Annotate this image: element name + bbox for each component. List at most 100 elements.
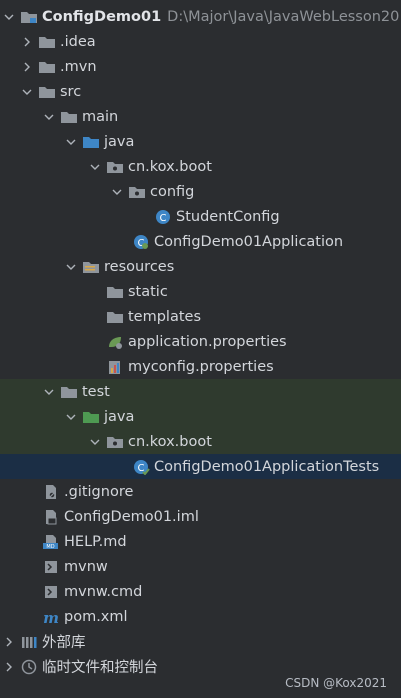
tree-item-label: mvnw.cmd bbox=[64, 583, 143, 600]
tree-item-templates[interactable]: templates bbox=[0, 304, 401, 329]
chevron-right-icon[interactable] bbox=[20, 60, 34, 74]
csdn-watermark: CSDN @Kox2021 bbox=[285, 676, 387, 690]
tree-item-label: templates bbox=[128, 308, 202, 325]
tree-item-label: resources bbox=[104, 258, 175, 275]
tree-item-resources[interactable]: resources bbox=[0, 254, 401, 279]
chevron-down-icon[interactable] bbox=[2, 10, 16, 24]
tree-item-label: ConfigDemo01.iml bbox=[64, 508, 199, 525]
tree-item-application-properties[interactable]: application.properties bbox=[0, 329, 401, 354]
package-icon bbox=[128, 184, 146, 200]
test-class-icon: C bbox=[132, 459, 150, 475]
chevron-right-icon[interactable] bbox=[20, 35, 34, 49]
tree-item-label: static bbox=[128, 283, 168, 300]
tree-item-label: .idea bbox=[60, 33, 96, 50]
class-icon: C bbox=[154, 209, 172, 225]
tree-item-gitignore[interactable]: .gitignore bbox=[0, 479, 401, 504]
tree-item-iml[interactable]: ConfigDemo01.iml bbox=[0, 504, 401, 529]
folder-icon bbox=[38, 34, 56, 50]
tree-item-label: java bbox=[104, 408, 135, 425]
markdown-file-icon: MD bbox=[42, 534, 60, 550]
tree-item-label: StudentConfig bbox=[176, 208, 280, 225]
tree-item-label: cn.kox.boot bbox=[128, 433, 212, 450]
shell-script-icon bbox=[42, 559, 60, 575]
project-tree: ConfigDemo01 D:\Major\Java\JavaWebLesson… bbox=[0, 4, 401, 679]
folder-icon bbox=[106, 284, 124, 300]
library-icon bbox=[20, 634, 38, 650]
tree-item-pom-xml[interactable]: m pom.xml bbox=[0, 604, 401, 629]
tree-item-label: 临时文件和控制台 bbox=[42, 660, 158, 676]
folder-icon bbox=[60, 109, 78, 125]
spring-properties-icon bbox=[106, 334, 124, 350]
tree-item-label: application.properties bbox=[128, 333, 287, 350]
tree-item-myconfig-properties[interactable]: myconfig.properties bbox=[0, 354, 401, 379]
resources-folder-icon bbox=[82, 259, 100, 275]
tree-item-label: ConfigDemo01Application bbox=[154, 233, 344, 250]
tree-item-config[interactable]: config bbox=[0, 179, 401, 204]
module-folder-icon bbox=[20, 9, 38, 25]
chevron-right-icon[interactable] bbox=[2, 660, 16, 674]
tree-item-main[interactable]: main bbox=[0, 104, 401, 129]
chevron-down-icon[interactable] bbox=[42, 110, 56, 124]
tree-item-label: src bbox=[60, 83, 82, 100]
tree-item-label: cn.kox.boot bbox=[128, 158, 212, 175]
tree-item-static[interactable]: static bbox=[0, 279, 401, 304]
chevron-down-icon[interactable] bbox=[20, 85, 34, 99]
tree-item-mvn[interactable]: .mvn bbox=[0, 54, 401, 79]
cmd-script-icon bbox=[42, 584, 60, 600]
spring-boot-application-icon: C bbox=[132, 234, 150, 250]
chevron-down-icon[interactable] bbox=[88, 160, 102, 174]
tree-item-src[interactable]: src bbox=[0, 79, 401, 104]
chevron-down-icon[interactable] bbox=[42, 385, 56, 399]
tree-root-configdemo01[interactable]: ConfigDemo01 D:\Major\Java\JavaWebLesson… bbox=[0, 4, 401, 29]
maven-icon: m bbox=[42, 609, 60, 625]
tree-item-label: config bbox=[150, 183, 195, 200]
tree-item-label: .mvn bbox=[60, 58, 97, 75]
properties-file-icon bbox=[106, 359, 124, 375]
tree-item-label: main bbox=[82, 108, 119, 125]
tree-item-test[interactable]: test bbox=[0, 379, 401, 404]
test-source-folder-icon bbox=[82, 409, 100, 425]
folder-icon bbox=[38, 59, 56, 75]
tree-item-mvnw-cmd[interactable]: mvnw.cmd bbox=[0, 579, 401, 604]
tree-item-label: mvnw bbox=[64, 558, 108, 575]
tree-item-package-main[interactable]: cn.kox.boot bbox=[0, 154, 401, 179]
chevron-right-icon[interactable] bbox=[2, 635, 16, 649]
gitignore-file-icon bbox=[42, 484, 60, 500]
folder-icon bbox=[60, 384, 78, 400]
tree-item-idea[interactable]: .idea bbox=[0, 29, 401, 54]
scratches-icon bbox=[20, 659, 38, 675]
tree-item-mvnw[interactable]: mvnw bbox=[0, 554, 401, 579]
tree-item-label: test bbox=[82, 383, 110, 400]
package-icon bbox=[106, 159, 124, 175]
root-project-name: ConfigDemo01 bbox=[42, 8, 162, 25]
chevron-down-icon[interactable] bbox=[64, 135, 78, 149]
tree-item-label: java bbox=[104, 133, 135, 150]
module-file-icon bbox=[42, 509, 60, 525]
tree-item-label: HELP.md bbox=[64, 533, 127, 550]
chevron-down-icon[interactable] bbox=[64, 260, 78, 274]
tree-item-help-md[interactable]: MD HELP.md bbox=[0, 529, 401, 554]
tree-item-label: 外部库 bbox=[42, 635, 86, 651]
source-folder-icon bbox=[82, 134, 100, 150]
folder-icon bbox=[38, 84, 56, 100]
tree-item-label: myconfig.properties bbox=[128, 358, 274, 375]
svg-text:m: m bbox=[43, 609, 59, 625]
tree-item-label: pom.xml bbox=[64, 608, 128, 625]
svg-text:C: C bbox=[160, 213, 167, 224]
tree-item-java-main[interactable]: java bbox=[0, 129, 401, 154]
tree-item-java-test[interactable]: java bbox=[0, 404, 401, 429]
chevron-down-icon[interactable] bbox=[110, 185, 124, 199]
tree-item-external-libraries[interactable]: 外部库 bbox=[0, 629, 401, 654]
chevron-down-icon[interactable] bbox=[64, 410, 78, 424]
tree-item-label: ConfigDemo01ApplicationTests bbox=[154, 458, 380, 475]
tree-item-label: .gitignore bbox=[64, 483, 134, 500]
tree-item-configdemo01application[interactable]: C ConfigDemo01Application bbox=[0, 229, 401, 254]
chevron-down-icon[interactable] bbox=[88, 435, 102, 449]
root-project-path: D:\Major\Java\JavaWebLesson20 bbox=[167, 8, 400, 25]
tree-item-configdemo01applicationtests[interactable]: C ConfigDemo01ApplicationTests bbox=[0, 454, 401, 479]
tree-item-package-test[interactable]: cn.kox.boot bbox=[0, 429, 401, 454]
package-icon bbox=[106, 434, 124, 450]
tree-item-studentconfig[interactable]: C StudentConfig bbox=[0, 204, 401, 229]
svg-text:MD: MD bbox=[46, 544, 54, 550]
folder-icon bbox=[106, 309, 124, 325]
